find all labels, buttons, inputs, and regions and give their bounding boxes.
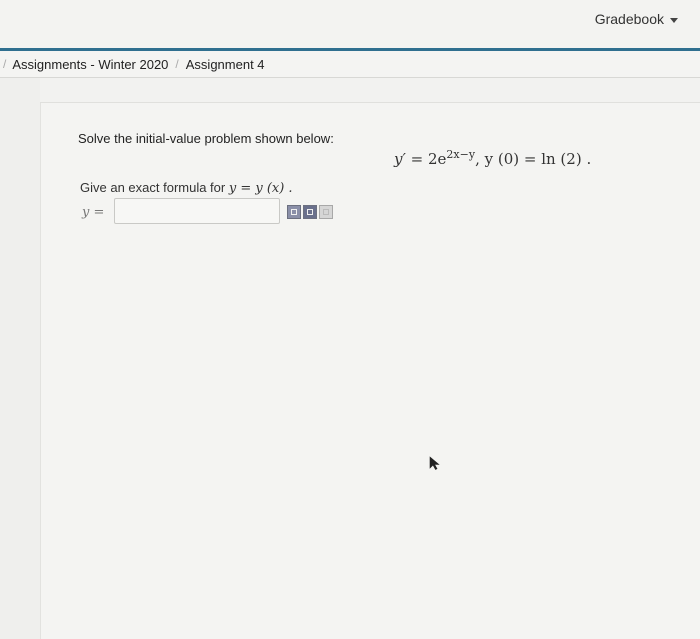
answer-input[interactable] bbox=[114, 198, 280, 224]
sub-toolbar bbox=[40, 78, 700, 103]
preview-icon[interactable] bbox=[287, 205, 301, 219]
breadcrumb-separator-icon: / bbox=[175, 57, 179, 71]
problem-equation: y′ = 2e2x−y, y (0) = ln (2) . bbox=[394, 148, 592, 168]
breadcrumb-assignment[interactable]: Assignment 4 bbox=[186, 57, 265, 72]
gradebook-menu[interactable]: Gradebook bbox=[595, 11, 678, 27]
breadcrumb-assignments[interactable]: Assignments - Winter 2020 bbox=[12, 57, 168, 72]
equation-exponent: 2x−y bbox=[446, 148, 476, 161]
initial-condition: y (0) = ln (2) bbox=[484, 150, 582, 168]
answer-tools bbox=[287, 205, 333, 219]
left-gutter bbox=[0, 78, 40, 639]
instruction-label: Give an exact formula for bbox=[80, 180, 229, 195]
equation-lhs: y′ bbox=[394, 150, 406, 168]
instruction-math: y = y (x) . bbox=[228, 181, 293, 196]
cursor-icon bbox=[429, 456, 440, 470]
breadcrumb-separator-icon: / bbox=[3, 57, 7, 71]
answer-label: y = bbox=[82, 205, 105, 220]
syntax-icon[interactable] bbox=[303, 205, 317, 219]
equation-sep: , bbox=[475, 150, 485, 168]
equation-eq: = 2e bbox=[405, 150, 447, 168]
instruction-text: Give an exact formula for y = y (x) . bbox=[80, 180, 293, 196]
help-icon[interactable] bbox=[319, 205, 333, 219]
chevron-down-icon bbox=[670, 17, 678, 23]
problem-prompt: Solve the initial-value problem shown be… bbox=[78, 131, 334, 146]
top-bar: Gradebook bbox=[0, 0, 700, 48]
breadcrumb: / Assignments - Winter 2020 / Assignment… bbox=[0, 51, 700, 78]
gradebook-label: Gradebook bbox=[594, 11, 664, 27]
equation-end: . bbox=[581, 150, 592, 168]
